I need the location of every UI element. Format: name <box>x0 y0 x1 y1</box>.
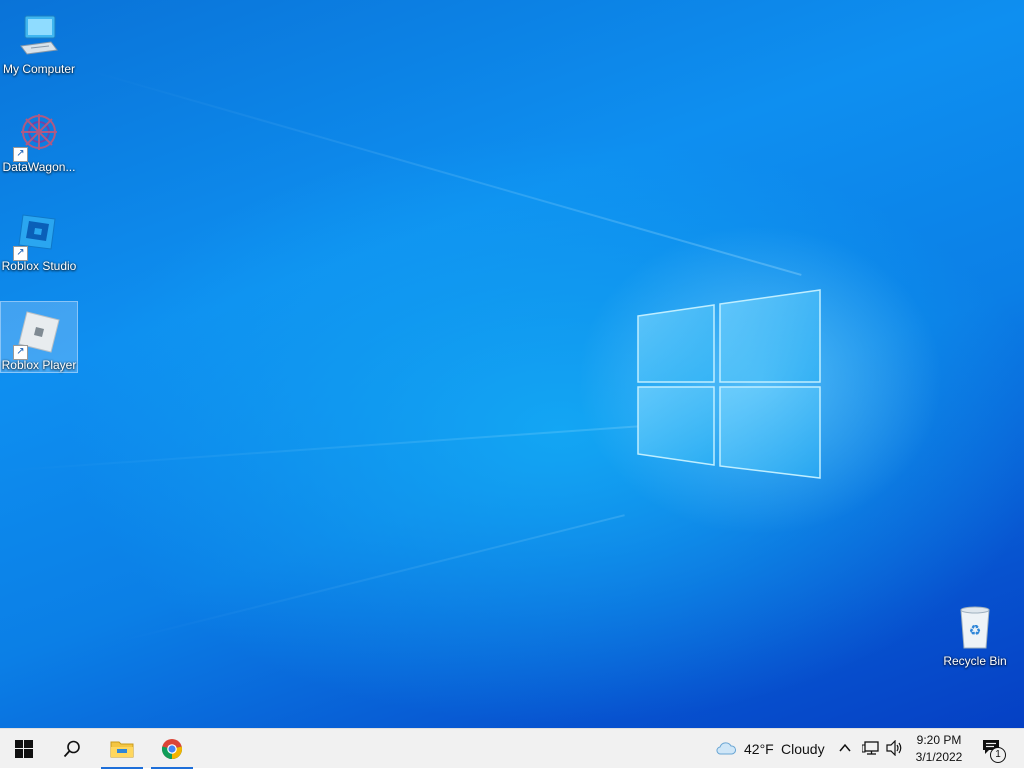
file-explorer-icon <box>110 741 134 758</box>
desktop-icon-label: Recycle Bin <box>943 654 1007 668</box>
taskbar-file-explorer[interactable] <box>99 729 145 769</box>
desktop-icon-recycle-bin[interactable]: ♻ Recycle Bin <box>937 598 1013 668</box>
weather-temperature[interactable]: 42°F <box>744 741 774 757</box>
taskbar: 42°F Cloudy 9:20 PM 3/1/2022 1 <box>0 728 1024 769</box>
network-icon <box>861 741 879 755</box>
desktop-icon-roblox-player[interactable]: ↗ Roblox Player <box>0 301 78 373</box>
chrome-icon <box>161 739 183 760</box>
roblox-player-icon: ↗ <box>13 308 63 360</box>
network-button[interactable] <box>861 740 880 761</box>
chevron-up-icon <box>839 743 851 752</box>
desktop-icon-label: Roblox Player <box>1 358 77 372</box>
cloud-icon <box>716 742 736 755</box>
search-icon <box>63 740 80 758</box>
roblox-studio-icon: ↗ <box>13 209 63 261</box>
desktop-icon-datawagon[interactable]: ↗ DataWagon... <box>1 104 77 174</box>
windows-start-icon <box>15 740 33 758</box>
clock-time: 9:20 PM <box>916 733 962 747</box>
weather-widget[interactable] <box>716 740 736 761</box>
desktop-icon-roblox-studio[interactable]: ↗ Roblox Studio <box>1 203 77 273</box>
shortcut-arrow-icon: ↗ <box>13 246 28 261</box>
clock-date: 3/1/2022 <box>915 750 963 764</box>
taskbar-chrome[interactable] <box>149 729 195 769</box>
wallpaper-beam <box>89 70 802 276</box>
taskbar-clock[interactable]: 9:20 PM 3/1/2022 <box>904 732 974 766</box>
datawagon-icon: ↗ <box>13 110 63 162</box>
shortcut-arrow-icon: ↗ <box>13 147 28 162</box>
wallpaper-beam <box>0 425 639 472</box>
desktop-icon-label: My Computer <box>2 62 76 76</box>
search-button[interactable] <box>49 729 95 769</box>
desktop[interactable]: My Computer ↗ DataWagon... ↗ Roblox Stud… <box>0 0 1024 728</box>
show-hidden-icons-button[interactable] <box>838 741 852 760</box>
start-button[interactable] <box>1 729 47 769</box>
recycle-bin-icon: ♻ <box>951 604 999 652</box>
notification-count-badge: 1 <box>990 747 1006 763</box>
desktop-icon-label: DataWagon... <box>2 160 76 174</box>
computer-icon <box>15 12 63 60</box>
volume-icon <box>886 739 902 757</box>
windows-wallpaper-logo <box>637 289 821 479</box>
volume-button[interactable] <box>886 739 904 761</box>
svg-text:♻: ♻ <box>969 623 982 639</box>
shortcut-arrow-icon: ↗ <box>13 345 28 360</box>
action-center-button[interactable]: 1 <box>982 739 1010 763</box>
desktop-icon-my-computer[interactable]: My Computer <box>1 6 77 76</box>
wallpaper-beam <box>119 514 625 642</box>
desktop-icon-label: Roblox Studio <box>1 259 77 273</box>
weather-condition[interactable]: Cloudy <box>781 741 825 757</box>
